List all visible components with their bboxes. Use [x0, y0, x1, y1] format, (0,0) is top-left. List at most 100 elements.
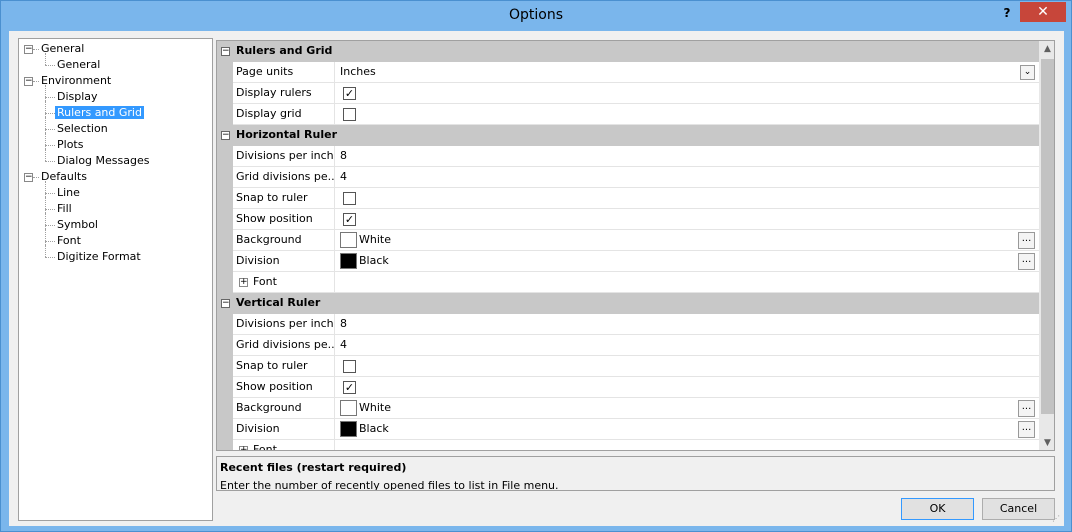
- tree-item[interactable]: Symbol: [55, 217, 100, 233]
- property-value[interactable]: ✓: [337, 83, 1037, 104]
- value-text[interactable]: 8: [340, 317, 347, 330]
- title-bar[interactable]: Options ? ✕: [1, 1, 1071, 31]
- value-text[interactable]: 4: [340, 170, 347, 183]
- row-gutter: [217, 440, 233, 450]
- property-value[interactable]: 4: [337, 335, 1037, 356]
- property-row[interactable]: Division Black...: [217, 419, 1039, 440]
- property-row[interactable]: + Font: [217, 272, 1039, 293]
- property-row[interactable]: Show position ✓: [217, 209, 1039, 230]
- property-name: Grid divisions pe...: [236, 335, 335, 356]
- collapse-icon[interactable]: −: [221, 47, 230, 56]
- expand-icon[interactable]: +: [239, 278, 248, 287]
- collapse-icon[interactable]: −: [221, 131, 230, 140]
- property-row[interactable]: Page units Inches ⌄: [217, 62, 1039, 83]
- checkbox[interactable]: ✓: [343, 213, 356, 226]
- property-name: Divisions per inch: [236, 146, 335, 167]
- property-row[interactable]: Display grid: [217, 104, 1039, 125]
- expand-icon[interactable]: +: [239, 446, 248, 450]
- property-row[interactable]: + Font: [217, 440, 1039, 450]
- resize-grip-icon[interactable]: ⋰: [1052, 514, 1062, 524]
- tree-item[interactable]: Fill: [55, 201, 74, 217]
- checkbox[interactable]: ✓: [343, 381, 356, 394]
- property-value[interactable]: [337, 104, 1037, 125]
- tree-connector: [45, 241, 55, 242]
- property-row[interactable]: Show position ✓: [217, 377, 1039, 398]
- tree-item-label: Fill: [57, 202, 72, 215]
- property-value[interactable]: ✓: [337, 209, 1037, 230]
- property-row[interactable]: Divisions per inch 8: [217, 314, 1039, 335]
- tree-connector: [45, 213, 46, 229]
- close-button[interactable]: ✕: [1020, 2, 1066, 22]
- property-row[interactable]: Division Black...: [217, 251, 1039, 272]
- property-value[interactable]: ✓: [337, 377, 1037, 398]
- browse-button[interactable]: ...: [1018, 400, 1035, 417]
- property-row[interactable]: Snap to ruler: [217, 356, 1039, 377]
- page-units-value[interactable]: Inches: [340, 65, 376, 78]
- tree-item[interactable]: Environment: [39, 73, 113, 89]
- category-row[interactable]: − Horizontal Ruler: [217, 125, 1039, 146]
- tree-item[interactable]: Plots: [55, 137, 85, 153]
- help-button[interactable]: ?: [997, 4, 1017, 22]
- collapse-icon[interactable]: −: [24, 45, 33, 54]
- grid-scrollbar[interactable]: ▲ ▼: [1039, 41, 1054, 450]
- property-value[interactable]: 8: [337, 146, 1037, 167]
- browse-button[interactable]: ...: [1018, 232, 1035, 249]
- property-value[interactable]: 4: [337, 167, 1037, 188]
- tree-item[interactable]: Selection: [55, 121, 110, 137]
- property-value[interactable]: [337, 272, 1037, 293]
- browse-button[interactable]: ...: [1018, 421, 1035, 438]
- property-value[interactable]: White...: [337, 230, 1037, 251]
- property-value[interactable]: Black...: [337, 419, 1037, 440]
- tree-item-label: Rulers and Grid: [55, 106, 144, 119]
- category-row[interactable]: − Vertical Ruler: [217, 293, 1039, 314]
- property-value[interactable]: White...: [337, 398, 1037, 419]
- tree-connector: [45, 197, 46, 213]
- property-row[interactable]: Background White...: [217, 398, 1039, 419]
- property-row[interactable]: Grid divisions pe... 4: [217, 167, 1039, 188]
- row-gutter: [217, 335, 233, 356]
- scroll-down-arrow-icon[interactable]: ▼: [1039, 435, 1054, 450]
- property-grid[interactable]: + Font Division Black... Background White... S…: [216, 40, 1055, 451]
- property-row[interactable]: Snap to ruler: [217, 188, 1039, 209]
- category-row[interactable]: − Rulers and Grid: [217, 41, 1039, 62]
- property-value[interactable]: 8: [337, 314, 1037, 335]
- tree-connector: [45, 97, 55, 98]
- checkbox[interactable]: ✓: [343, 87, 356, 100]
- scroll-thumb[interactable]: [1041, 59, 1054, 414]
- checkbox[interactable]: [343, 192, 356, 205]
- tree-item[interactable]: General: [55, 57, 102, 73]
- tree-item[interactable]: Digitize Format: [55, 249, 143, 265]
- collapse-icon[interactable]: −: [24, 77, 33, 86]
- collapse-icon[interactable]: −: [24, 173, 33, 182]
- tree-connector: [45, 145, 55, 146]
- ok-button[interactable]: OK: [901, 498, 974, 520]
- tree-item[interactable]: Dialog Messages: [55, 153, 151, 169]
- tree-item[interactable]: Line: [55, 185, 82, 201]
- property-row[interactable]: Grid divisions pe... 4: [217, 335, 1039, 356]
- property-value[interactable]: [337, 356, 1037, 377]
- scroll-up-arrow-icon[interactable]: ▲: [1039, 41, 1054, 58]
- collapse-icon[interactable]: −: [221, 299, 230, 308]
- checkbox[interactable]: [343, 360, 356, 373]
- tree-item[interactable]: Rulers and Grid: [55, 105, 144, 121]
- window-title: Options: [508, 7, 564, 23]
- value-text[interactable]: 8: [340, 149, 347, 162]
- tree-item[interactable]: Font: [55, 233, 83, 249]
- browse-button[interactable]: ...: [1018, 253, 1035, 270]
- options-tree[interactable]: − General General − Environment Display Rulers…: [18, 38, 213, 521]
- property-value[interactable]: [337, 440, 1037, 450]
- cancel-button[interactable]: Cancel: [982, 498, 1055, 520]
- property-row[interactable]: Divisions per inch 8: [217, 146, 1039, 167]
- property-value[interactable]: Black...: [337, 251, 1037, 272]
- property-row[interactable]: Display rulers ✓: [217, 83, 1039, 104]
- property-name: Display rulers: [236, 83, 335, 104]
- checkbox[interactable]: [343, 108, 356, 121]
- value-text[interactable]: 4: [340, 338, 347, 351]
- tree-item[interactable]: Defaults: [39, 169, 89, 185]
- property-value[interactable]: [337, 188, 1037, 209]
- property-row[interactable]: Background White...: [217, 230, 1039, 251]
- property-value[interactable]: Inches ⌄: [337, 62, 1037, 83]
- tree-item[interactable]: Display: [55, 89, 100, 105]
- dropdown-arrow-icon[interactable]: ⌄: [1020, 65, 1035, 80]
- tree-item[interactable]: General: [39, 41, 86, 57]
